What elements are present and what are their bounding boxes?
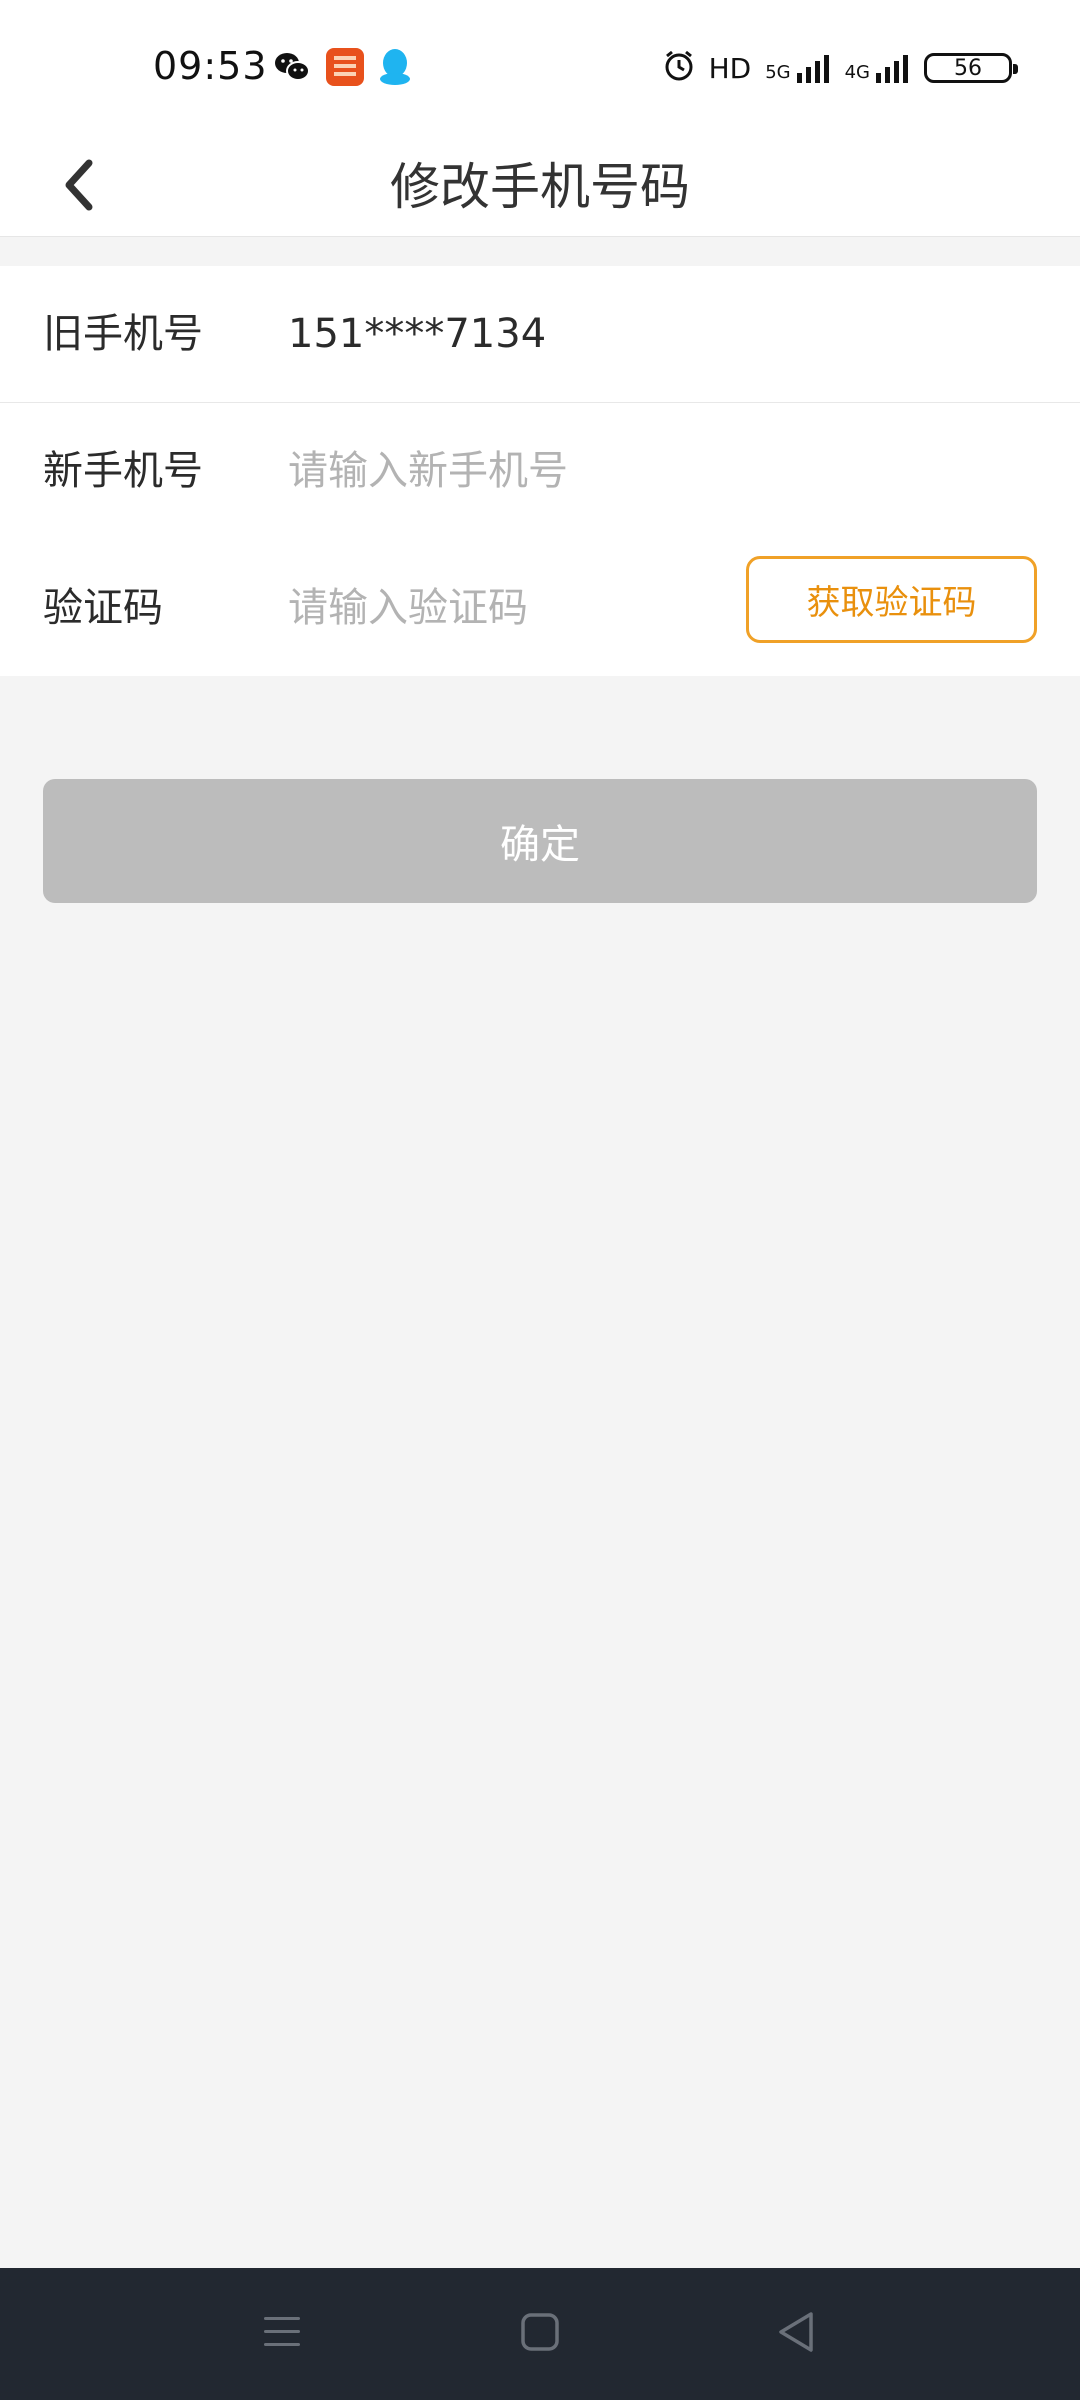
old-phone-label: 旧手机号: [43, 311, 203, 357]
hd-label: HD: [708, 51, 752, 85]
verification-code-input[interactable]: [288, 564, 688, 652]
status-time: 09:53: [153, 44, 268, 88]
alarm-icon: [663, 50, 695, 86]
nav-header: 修改手机号码: [0, 138, 1080, 237]
new-phone-label: 新手机号: [43, 448, 203, 494]
back-triangle-icon: [776, 2310, 816, 2358]
new-phone-input[interactable]: [288, 427, 708, 515]
home-button[interactable]: [504, 2298, 576, 2370]
system-nav-bar: [0, 2268, 1080, 2400]
menu-icon: [262, 2313, 302, 2355]
menu-button[interactable]: [246, 2298, 318, 2370]
signal-5g-label: 5G: [765, 62, 791, 83]
new-phone-row: 新手机号: [0, 403, 1080, 539]
wechat-icon: [274, 50, 310, 88]
form-card: 旧手机号 151****7134 新手机号 验证码 获取验证码: [0, 266, 1080, 676]
old-phone-value: 151****7134: [288, 311, 547, 357]
get-code-button[interactable]: 获取验证码: [746, 556, 1037, 643]
signal-4g-label: 4G: [844, 62, 870, 83]
old-phone-row: 旧手机号 151****7134: [0, 266, 1080, 402]
qq-icon: [378, 47, 412, 91]
verification-row: 验证码 获取验证码: [0, 540, 1080, 676]
signal-4g-icon: 4G: [845, 53, 910, 83]
signal-5g-icon: 5G: [765, 53, 830, 83]
home-square-icon: [520, 2312, 560, 2356]
page-title: 修改手机号码: [390, 158, 690, 216]
status-indicators: HD 5G 4G 56: [663, 46, 1018, 90]
bank-app-icon: [326, 48, 364, 90]
verification-label: 验证码: [43, 585, 163, 631]
battery-indicator: 56: [924, 53, 1018, 83]
confirm-button[interactable]: 确定: [43, 779, 1037, 903]
status-bar: 09:53 HD 5G 4G 56: [0, 0, 1080, 138]
system-back-button[interactable]: [760, 2298, 832, 2370]
